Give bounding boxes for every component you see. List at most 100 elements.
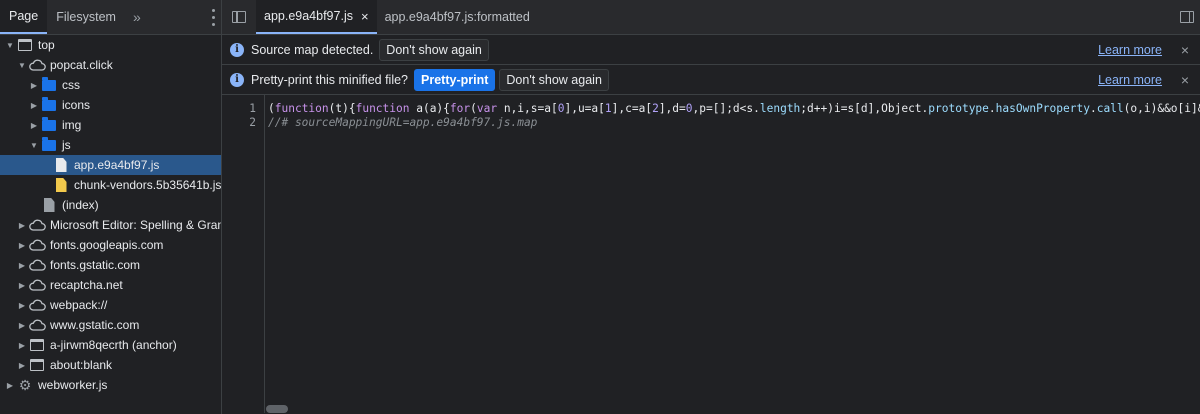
tree-item[interactable]: ▶ Microsoft Editor: Spelling & Gram [0,215,221,235]
document-file-icon [40,197,58,213]
expand-arrow-right-icon[interactable]: ▶ [4,379,16,391]
tree-item-label: fonts.gstatic.com [50,258,141,272]
tree-item[interactable]: ▶ a-jirwm8qecrth (anchor) [0,335,221,355]
expand-arrow-right-icon[interactable]: ▶ [16,259,28,271]
expand-arrow-right-icon[interactable]: ▶ [28,79,40,91]
cloud-icon [28,317,46,333]
expand-arrow-right-icon[interactable]: ▶ [16,319,28,331]
line-number: 1 [249,101,256,115]
code-comment: //# sourceMappingURL=app.e9a4bf97.js.map [268,115,538,129]
expand-arrow-right-icon[interactable]: ▶ [16,339,28,351]
folder-icon [40,97,58,113]
expand-arrow-down-icon[interactable]: ▼ [28,139,40,151]
expand-arrow-down-icon[interactable]: ▼ [16,59,28,71]
tree-item-label: webworker.js [38,378,108,392]
tree-item-label: a-jirwm8qecrth (anchor) [50,338,177,352]
folder-icon [40,77,58,93]
navigator-pane: Page Filesystem » ▼ top ▼ popcat.click ▶ css ▶… [0,0,222,414]
horizontal-scrollbar[interactable] [266,405,288,413]
info-icon: i [230,42,244,57]
tree-item[interactable]: ▶ ⚙ webworker.js [0,375,221,395]
code-line[interactable]: 1 (function(t){function a(a){for(var n,i… [222,101,1200,115]
expand-arrow-right-icon[interactable]: ▶ [28,119,40,131]
close-tab-icon[interactable]: × [361,9,369,24]
tree-item[interactable]: ▶ webpack:// [0,295,221,315]
navigator-tabbar: Page Filesystem » [0,0,221,35]
frame-icon [16,37,34,53]
tree-item[interactable]: ▶ css [0,75,221,95]
tree-item[interactable]: app.e9a4bf97.js [0,155,221,175]
tree-item-label: webpack:// [50,298,108,312]
js-file-icon [52,177,70,193]
arrow-spacer [40,179,52,191]
tab-filesystem[interactable]: Filesystem [47,0,125,34]
file-tree: ▼ top ▼ popcat.click ▶ css ▶ icons ▶ img ▼ js app.e9… [0,35,221,395]
learn-more-link[interactable]: Learn more [1098,43,1162,57]
frame-icon [28,357,46,373]
tree-item-label: recaptcha.net [50,278,123,292]
tab-label: app.e9a4bf97.js [264,9,353,23]
tree-item-label: chunk-vendors.5b35641b.js [74,178,222,192]
source-map-infobar: i Source map detected. Don't show again … [222,35,1200,65]
tree-item-label: top [38,38,55,52]
tree-item-label: fonts.googleapis.com [50,238,164,252]
tab-page[interactable]: Page [0,0,48,34]
expand-arrow-right-icon[interactable]: ▶ [16,299,28,311]
tree-item[interactable]: ▶ recaptcha.net [0,275,221,295]
expand-arrow-right-icon[interactable]: ▶ [16,239,28,251]
pretty-print-message: Pretty-print this minified file? [251,72,409,87]
more-options-icon[interactable] [212,0,215,34]
frame-icon [28,337,46,353]
tab-app-js[interactable]: app.e9a4bf97.js × [256,0,377,34]
tree-item[interactable]: ▶ icons [0,95,221,115]
tree-item[interactable]: ▶ img [0,115,221,135]
cloud-icon [28,237,46,253]
tree-item-label: www.gstatic.com [50,318,140,332]
dont-show-again-button[interactable]: Don't show again [379,38,489,61]
tree-item[interactable]: (index) [0,195,221,215]
tree-item-label: img [62,118,82,132]
tree-item[interactable]: ▼ popcat.click [0,55,221,75]
dont-show-again-button[interactable]: Don't show again [499,68,609,91]
tree-item[interactable]: ▶ fonts.googleapis.com [0,235,221,255]
expand-arrow-right-icon[interactable]: ▶ [16,279,28,291]
gear-icon: ⚙ [18,377,32,393]
folder-icon [40,137,58,153]
cloud-icon [28,277,46,293]
tree-item-label: js [62,138,71,152]
learn-more-link[interactable]: Learn more [1098,73,1162,87]
expand-arrow-right-icon[interactable]: ▶ [16,359,28,371]
tree-item[interactable]: chunk-vendors.5b35641b.js [0,175,221,195]
expand-arrow-right-icon[interactable]: ▶ [16,219,28,231]
editor-pane: app.e9a4bf97.js × app.e9a4bf97.js:format… [222,0,1200,414]
tree-item-label: Microsoft Editor: Spelling & Gram [50,218,222,232]
toggle-navigator-icon[interactable] [222,0,256,34]
code-line[interactable]: 2 //# sourceMappingURL=app.e9a4bf97.js.m… [222,115,1200,129]
tree-item[interactable]: ▶ fonts.gstatic.com [0,255,221,275]
more-tabs-chevron-icon[interactable]: » [125,0,149,34]
close-icon[interactable]: × [1181,42,1189,58]
pretty-print-button[interactable]: Pretty-print [414,68,496,91]
arrow-spacer [28,199,40,211]
tree-item[interactable]: ▼ top [0,35,221,55]
toggle-debugger-icon[interactable] [1180,0,1194,34]
arrow-spacer [40,159,52,171]
expand-arrow-down-icon[interactable]: ▼ [4,39,16,51]
tab-app-js-formatted[interactable]: app.e9a4bf97.js:formatted [377,0,538,34]
close-icon[interactable]: × [1181,72,1189,88]
tree-item-label: about:blank [50,358,113,372]
tree-item[interactable]: ▼ js [0,135,221,155]
info-icon: i [230,72,244,87]
tree-item[interactable]: ▶ about:blank [0,355,221,375]
tree-item-label: css [62,78,80,92]
pretty-print-infobar: i Pretty-print this minified file? Prett… [222,65,1200,95]
expand-arrow-right-icon[interactable]: ▶ [28,99,40,111]
cloud-icon [28,217,46,233]
code-editor[interactable]: 1 (function(t){function a(a){for(var n,i… [222,95,1200,413]
cloud-icon [28,257,46,273]
tree-item[interactable]: ▶ www.gstatic.com [0,315,221,335]
source-map-message: Source map detected. [251,42,374,57]
editor-tabbar: app.e9a4bf97.js × app.e9a4bf97.js:format… [222,0,1200,35]
gutter-divider [264,95,265,413]
folder-icon [40,117,58,133]
